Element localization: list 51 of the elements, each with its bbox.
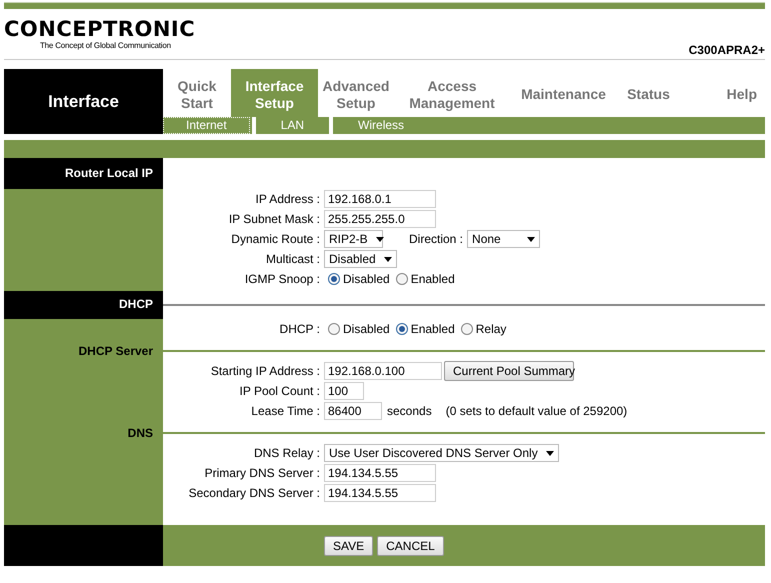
radio-button[interactable] xyxy=(328,323,340,335)
logo: CONCEPTRONIC xyxy=(4,17,196,41)
input-field[interactable]: 194.134.5.55 xyxy=(324,484,436,502)
field-label: DHCP : xyxy=(278,322,321,336)
pool-summary-button[interactable]: Current Pool Summary xyxy=(444,361,574,381)
dropdown[interactable]: None xyxy=(467,230,540,248)
input-field[interactable]: 255.255.255.0 xyxy=(324,210,436,228)
field-label: IP Subnet Mask : xyxy=(228,212,321,226)
field-label: IGMP Snoop : xyxy=(244,272,321,286)
dropdown[interactable]: Disabled xyxy=(324,250,397,268)
dropdown[interactable]: Use User Discovered DNS Server Only xyxy=(324,444,559,462)
logo-tagline: The Concept of Global Communication xyxy=(40,41,172,51)
field-label: Direction : xyxy=(409,232,464,246)
save-button[interactable]: SAVE xyxy=(324,536,374,556)
field-label: Lease Time : xyxy=(250,404,321,418)
field-label: Multicast : xyxy=(264,252,321,266)
input-field[interactable]: 100 xyxy=(324,382,364,400)
field-label: Primary DNS Server : xyxy=(204,466,321,480)
caret-icon xyxy=(546,450,554,456)
caret-icon xyxy=(376,236,384,242)
radio-button[interactable] xyxy=(460,323,473,335)
section-heading: DHCP Server xyxy=(4,341,163,361)
radio-button[interactable] xyxy=(396,323,408,335)
caret-icon xyxy=(384,256,392,262)
unit-label: seconds xyxy=(387,404,432,418)
input-field[interactable]: 194.134.5.55 xyxy=(324,464,436,482)
caret-icon xyxy=(527,236,536,242)
input-field[interactable]: 86400 xyxy=(324,402,382,420)
field-label: Dynamic Route : xyxy=(230,232,321,246)
input-field[interactable]: 192.168.0.100 xyxy=(324,362,442,380)
radio-label: Relay xyxy=(476,322,506,336)
field-label: IP Pool Count : xyxy=(238,384,321,398)
field-label: Secondary DNS Server : xyxy=(188,486,321,500)
field-label: IP Address : xyxy=(254,192,321,206)
radio-button[interactable] xyxy=(328,273,340,285)
field-label: Starting IP Address : xyxy=(210,364,321,378)
radio-label: Disabled xyxy=(343,322,390,336)
radio-label: Disabled xyxy=(343,272,390,286)
dropdown[interactable]: RIP2-B xyxy=(324,230,383,248)
input-field[interactable]: 192.168.0.1 xyxy=(324,190,436,208)
section-heading: Router Local IP xyxy=(4,158,163,189)
radio-button[interactable] xyxy=(396,273,408,285)
model-name: C300APRA2+ xyxy=(688,43,765,59)
section-title: Interface xyxy=(4,69,163,134)
field-label: DNS Relay : xyxy=(252,446,321,460)
radio-label: Enabled xyxy=(410,322,455,336)
radio-label: Enabled xyxy=(410,272,455,286)
cancel-button[interactable]: CANCEL xyxy=(377,536,444,556)
section-heading: DHCP xyxy=(4,291,163,319)
section-heading: DNS xyxy=(4,423,163,443)
hint-text: (0 sets to default value of 259200) xyxy=(446,404,628,418)
